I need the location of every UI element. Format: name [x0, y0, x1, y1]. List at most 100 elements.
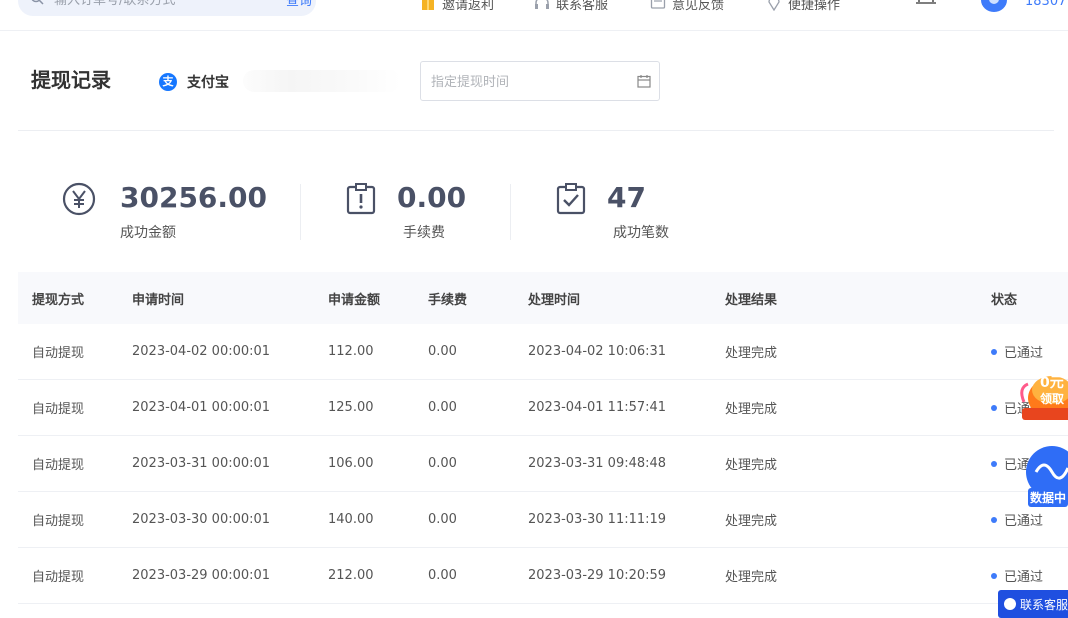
cell-fee: 0.00	[428, 400, 457, 415]
success-count-label: 成功笔数	[613, 225, 669, 241]
cell-method: 自动提现	[32, 346, 85, 361]
cell-method: 自动提现	[32, 402, 85, 417]
location-icon	[768, 0, 780, 11]
search-icon	[31, 0, 44, 5]
free-claim-promo-widget[interactable]: 0元 领取	[1018, 368, 1068, 424]
nav-feedback[interactable]: 意见反馈	[650, 0, 725, 13]
nav-quick-actions[interactable]: 便捷操作	[766, 0, 841, 13]
col-fee: 手续费	[428, 292, 468, 308]
col-apply-time: 申请时间	[132, 292, 185, 308]
cell-result: 处理完成	[725, 514, 778, 529]
col-amount: 申请金额	[328, 292, 381, 308]
stat-fee: 0.00 手续费	[345, 180, 505, 242]
contact-service-button[interactable]: 联系客服	[998, 590, 1068, 618]
section-divider	[18, 130, 1054, 131]
fee-icon	[346, 183, 376, 215]
checklist-icon	[556, 183, 586, 215]
nav-contact-service-label: 联系客服	[556, 0, 609, 13]
cell-amount: 106.00	[328, 456, 374, 471]
search-button[interactable]: 查询	[286, 0, 312, 9]
nav-contact-service[interactable]: 联系客服	[534, 0, 609, 13]
col-result: 处理结果	[725, 292, 778, 308]
promo-line1: 0元	[1040, 375, 1064, 391]
alipay-account-label: 支付宝	[187, 75, 229, 91]
cell-process-time: 2023-04-02 10:06:31	[528, 344, 667, 359]
cell-fee: 0.00	[428, 344, 457, 359]
cell-apply-time: 2023-03-31 00:00:01	[132, 456, 271, 471]
cell-method: 自动提现	[32, 458, 85, 473]
order-search-box: 查询	[18, 0, 316, 16]
status-dot	[991, 572, 997, 579]
cell-result: 处理完成	[725, 458, 778, 473]
cell-result: 处理完成	[725, 570, 778, 585]
nav-invite-rebate[interactable]: 邀请返利	[420, 0, 495, 13]
fee-label: 手续费	[403, 225, 445, 241]
withdraw-date-input[interactable]	[431, 72, 621, 92]
headset-icon	[535, 0, 549, 9]
cell-amount: 112.00	[328, 344, 374, 359]
cell-apply-time: 2023-04-02 00:00:01	[132, 344, 271, 359]
cell-fee: 0.00	[428, 456, 457, 471]
alipay-icon: 支	[159, 73, 177, 91]
cell-apply-time: 2023-03-29 00:00:01	[132, 568, 271, 583]
cell-process-time: 2023-03-29 10:20:59	[528, 568, 667, 583]
table-row: 自动提现 2023-03-30 00:00:01 140.00 0.00 202…	[18, 492, 1068, 548]
bell-icon[interactable]	[914, 0, 938, 10]
account-number-blurred	[243, 70, 401, 92]
cell-amount: 212.00	[328, 568, 374, 583]
table-row: 自动提现 2023-03-29 00:00:01 212.00 0.00 202…	[18, 548, 1068, 604]
cell-result: 处理完成	[725, 402, 778, 417]
alipay-account: 支 支付宝	[159, 72, 229, 92]
status-text: 已通过	[1004, 570, 1044, 585]
avatar[interactable]	[981, 0, 1007, 12]
status-dot	[991, 516, 997, 523]
cell-amount: 125.00	[328, 400, 374, 415]
nav-quick-actions-label: 便捷操作	[788, 0, 841, 13]
table-row: 自动提现 2023-04-02 00:00:01 112.00 0.00 202…	[18, 324, 1068, 380]
feedback-icon	[650, 0, 666, 9]
status-dot	[991, 404, 997, 411]
wave-icon	[1034, 463, 1068, 480]
nav-invite-rebate-label: 邀请返利	[442, 0, 495, 13]
success-amount-label: 成功金额	[120, 225, 176, 241]
top-bar: 查询 邀请返利 联系客服 意见反馈 便捷操作 18307	[0, 0, 1068, 31]
cell-process-time: 2023-04-01 11:57:41	[528, 400, 667, 415]
stat-separator	[510, 184, 511, 240]
promo-line2: 领取	[1040, 392, 1065, 406]
withdraw-date-picker[interactable]	[420, 61, 660, 101]
calendar-icon[interactable]	[637, 74, 651, 88]
cell-amount: 140.00	[328, 512, 374, 527]
data-center-label: 数据中	[1028, 488, 1068, 507]
gift-icon	[422, 0, 434, 10]
username[interactable]: 18307	[1025, 0, 1066, 9]
nav-feedback-label: 意见反馈	[672, 0, 725, 13]
data-center-widget[interactable]: 数据中	[1024, 444, 1068, 508]
col-method: 提现方式	[32, 292, 85, 308]
status-dot	[991, 460, 997, 467]
yuan-icon	[62, 182, 96, 216]
cell-method: 自动提现	[32, 570, 85, 585]
fee-value: 0.00	[397, 181, 467, 214]
success-amount-value: 30256.00	[120, 181, 268, 214]
cell-apply-time: 2023-03-30 00:00:01	[132, 512, 271, 527]
contact-service-label: 联系客服	[1020, 597, 1068, 612]
withdraw-records-table: 提现方式 申请时间 申请金额 手续费 处理时间 处理结果 状态 自动提现 202…	[18, 272, 1068, 604]
cell-method: 自动提现	[32, 514, 85, 529]
cell-fee: 0.00	[428, 512, 457, 527]
stat-success-amount: 30256.00 成功金额	[62, 180, 292, 242]
page-title: 提现记录	[31, 68, 111, 92]
cell-apply-time: 2023-04-01 00:00:01	[132, 400, 271, 415]
status-dot	[991, 348, 997, 355]
col-process-time: 处理时间	[528, 292, 581, 308]
table-row: 自动提现 2023-03-31 00:00:01 106.00 0.00 202…	[18, 436, 1068, 492]
status-text: 已通过	[1004, 514, 1044, 529]
success-count-value: 47	[607, 181, 646, 214]
cell-result: 处理完成	[725, 346, 778, 361]
order-search-input[interactable]	[54, 0, 254, 10]
table-row: 自动提现 2023-04-01 00:00:01 125.00 0.00 202…	[18, 380, 1068, 436]
cell-fee: 0.00	[428, 568, 457, 583]
stat-success-count: 47 成功笔数	[555, 180, 715, 242]
chat-icon	[1004, 598, 1016, 610]
cell-process-time: 2023-03-30 11:11:19	[528, 512, 667, 527]
stat-separator	[300, 184, 301, 240]
